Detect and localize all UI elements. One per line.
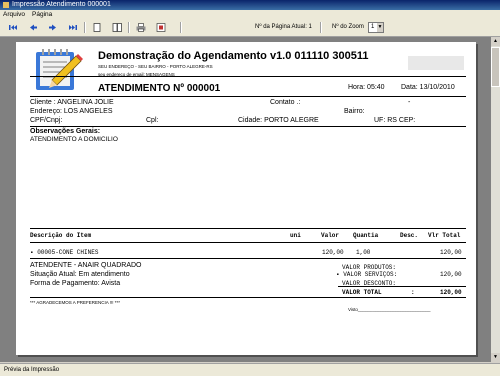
item-total: 120,00 bbox=[440, 249, 462, 256]
divider bbox=[30, 76, 466, 77]
notepad-logo-icon bbox=[32, 46, 84, 94]
column-uni: uni bbox=[290, 232, 301, 239]
menu-arquivo[interactable]: Arquivo bbox=[3, 11, 25, 18]
toolbar-separator bbox=[320, 22, 322, 33]
scroll-up-icon[interactable]: ▲ bbox=[491, 37, 500, 46]
endereco: Endereço: LOS ANGELES bbox=[30, 108, 113, 115]
cliente: Cliente : ANGELINA JOLIE bbox=[30, 99, 114, 106]
company-address: SEU ENDEREÇO - SEU BAIRRO - PORTO ALEGRE… bbox=[98, 64, 213, 69]
column-valor: Valor bbox=[321, 232, 340, 239]
window-titlebar: Impressão Atendimento 000001 bbox=[0, 0, 500, 10]
vertical-scrollbar[interactable]: ▲ ▼ bbox=[491, 37, 500, 362]
menu-pagina[interactable]: Página bbox=[32, 11, 52, 18]
chevron-down-icon[interactable]: ▼ bbox=[377, 23, 383, 32]
toolbar-separator bbox=[180, 22, 182, 33]
logo-placeholder-box bbox=[408, 56, 464, 70]
item-quantia: 1,00 bbox=[356, 249, 371, 256]
uf-cep: UF: RS CEP: bbox=[374, 117, 416, 124]
valor-servicos-value: 120,00 bbox=[440, 271, 462, 278]
status-text: Prévia da Impressão bbox=[4, 367, 60, 373]
contato: Contato .: bbox=[270, 99, 301, 106]
data: Data: 13/10/2010 bbox=[401, 84, 455, 91]
app-icon bbox=[3, 2, 9, 8]
zoom-select[interactable]: 1 ▼ bbox=[368, 22, 384, 33]
report-page: Demonstração do Agendamento v1.0 011110 … bbox=[16, 42, 476, 355]
valor-total-label: VALOR TOTAL bbox=[342, 289, 382, 296]
divider bbox=[30, 242, 466, 243]
previous-page-icon[interactable] bbox=[28, 23, 38, 32]
scroll-down-icon[interactable]: ▼ bbox=[491, 353, 500, 362]
valor-servicos-row: ▪ VALOR SERVIÇOS: bbox=[336, 271, 397, 278]
toolbar-separator bbox=[84, 22, 86, 33]
contato-dash: - bbox=[408, 99, 411, 106]
last-page-icon[interactable] bbox=[68, 23, 78, 32]
zoom-value: 1 bbox=[371, 24, 375, 30]
zoom-label: Nº do Zoom bbox=[332, 24, 364, 30]
column-descricao: Descrição do Item bbox=[30, 232, 92, 239]
table-row: ▪ 00005-CONE CHINES bbox=[30, 249, 98, 256]
visto-signature-line: Visto_____________________________ bbox=[348, 307, 431, 312]
single-page-icon[interactable] bbox=[92, 23, 102, 32]
cidade: Cidade: PORTO ALEGRE bbox=[238, 117, 319, 124]
valor-servicos-label: VALOR SERVIÇOS: bbox=[343, 271, 398, 278]
bairro: Bairro: bbox=[344, 108, 365, 115]
window-title: Impressão Atendimento 000001 bbox=[12, 1, 111, 8]
column-quantia: Quantia bbox=[353, 232, 379, 239]
statusbar: Prévia da Impressão bbox=[0, 363, 500, 376]
page-number-label: Nº da Página Atual: 1 bbox=[255, 24, 312, 30]
divider bbox=[338, 286, 466, 287]
print-icon[interactable] bbox=[136, 23, 146, 32]
divider bbox=[30, 126, 466, 127]
valor-total-colon: : bbox=[411, 289, 415, 296]
toolbar: Nº da Página Atual: 1 Nº do Zoom 1 ▼ bbox=[0, 19, 500, 37]
close-preview-icon[interactable] bbox=[156, 23, 166, 32]
observacoes-title: Observações Gerais: bbox=[30, 128, 101, 135]
scroll-thumb[interactable] bbox=[491, 47, 500, 87]
atendimento-number: ATENDIMENTO Nº 000001 bbox=[98, 83, 221, 94]
atendente: ATENDENTE - ANAIR QUADRADO bbox=[30, 262, 142, 269]
forma-pagamento: Forma de Pagamento: Avista bbox=[30, 280, 121, 287]
situacao-atual: Situação Atual: Em atendimento bbox=[30, 271, 130, 278]
observacoes-text: ATENDIMENTO A DOMICILIO bbox=[30, 136, 118, 143]
report-title: Demonstração do Agendamento v1.0 011110 … bbox=[98, 50, 369, 62]
divider bbox=[30, 297, 466, 298]
item-valor: 120,00 bbox=[322, 249, 344, 256]
toolbar-separator bbox=[128, 22, 130, 33]
valor-produtos-label: VALOR PRODUTOS: bbox=[342, 264, 397, 271]
column-vlr-total: Vlr Total bbox=[428, 232, 461, 239]
valor-total-value: 120,00 bbox=[440, 289, 462, 296]
two-pages-icon[interactable] bbox=[112, 23, 122, 32]
divider bbox=[30, 96, 466, 97]
menubar: Arquivo Página bbox=[0, 10, 500, 19]
hora: Hora: 05:40 bbox=[348, 84, 385, 91]
divider bbox=[30, 258, 466, 259]
agradecimento: *** AGRADECEMOS A PREFERENCIA !!! *** bbox=[30, 300, 121, 305]
first-page-icon[interactable] bbox=[8, 23, 18, 32]
cpf-cnpj: CPF/Cnpj: bbox=[30, 117, 63, 124]
next-page-icon[interactable] bbox=[48, 23, 58, 32]
item-description: 00005-CONE CHINES bbox=[37, 249, 99, 256]
cpl: Cpl: bbox=[146, 117, 159, 124]
divider bbox=[30, 228, 466, 229]
column-desc: Desc. bbox=[400, 232, 419, 239]
